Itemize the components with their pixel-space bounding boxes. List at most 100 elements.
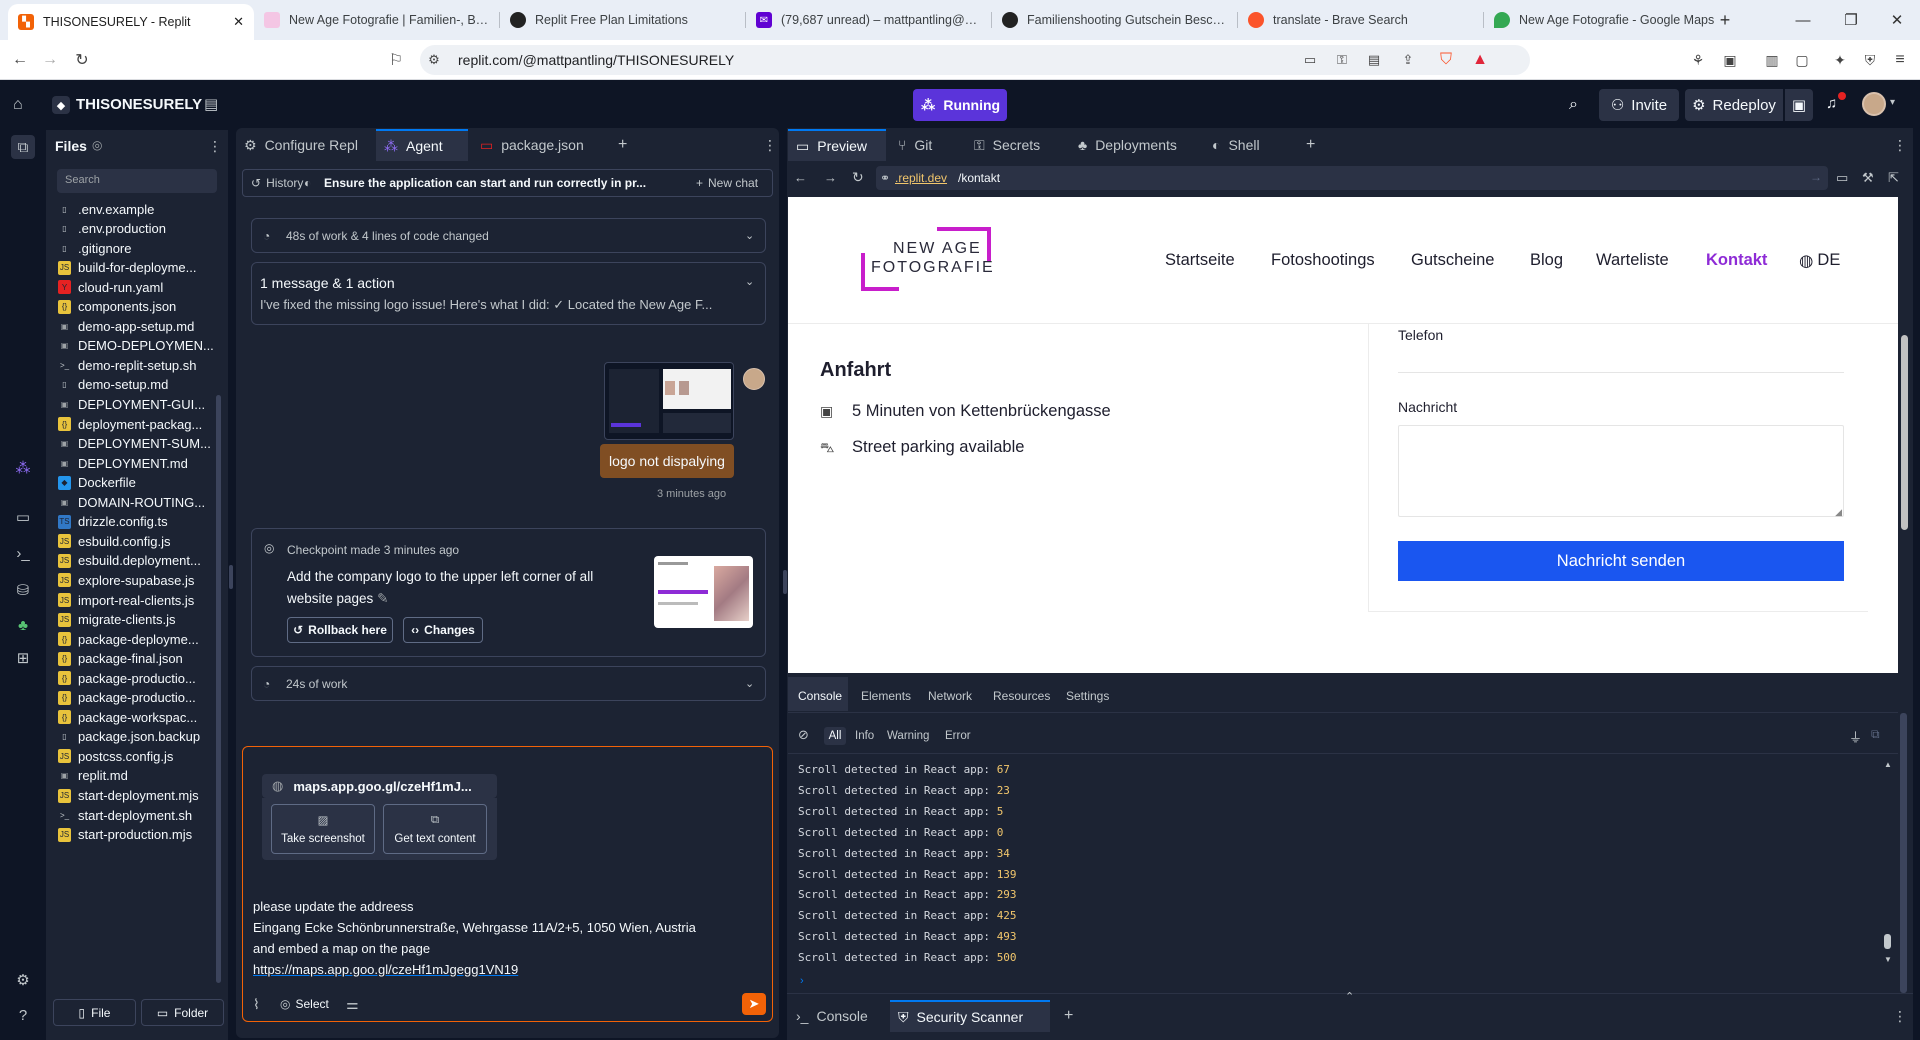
send-button[interactable]: ➤ [742, 993, 766, 1015]
filter-warning[interactable]: Warning [887, 730, 929, 742]
devtools-outer-scrollbar[interactable] [1900, 713, 1907, 993]
screenshot-icon[interactable]: ▣ [1720, 50, 1740, 70]
pane-resize-handle[interactable] [783, 570, 787, 594]
files-scrollbar[interactable] [216, 395, 221, 983]
files-search-input[interactable]: Search [57, 169, 217, 193]
share-icon[interactable]: ⇪ [1398, 50, 1418, 70]
browser-tab-newage[interactable]: New Age Fotografie | Familien-, Baby [254, 0, 500, 40]
collapse-up-icon[interactable]: ⌃ [1345, 990, 1354, 1003]
devtools-tab-network[interactable]: Network [928, 689, 972, 703]
chevron-down-icon[interactable]: ⌄ [745, 275, 754, 288]
chevron-down-icon[interactable]: ⌄ [745, 229, 754, 242]
new-folder-button[interactable]: ▭ Folder [141, 999, 224, 1026]
changes-button[interactable]: ‹› Changes [403, 617, 483, 643]
tab-configure-repl[interactable]: ⚙ Configure Repl [236, 129, 372, 161]
submit-button[interactable]: Nachricht senden [1398, 541, 1844, 581]
menu-icon[interactable]: ≡ [1890, 50, 1910, 70]
tab-secrets[interactable]: ⚿ Secrets [966, 129, 1068, 161]
devtools-tab-resources[interactable]: Resources [993, 689, 1050, 703]
preview-reload-icon[interactable]: ↻ [852, 169, 864, 186]
tab-package-json[interactable]: ▭ package.json [472, 129, 602, 161]
rollback-button[interactable]: ↺ Rollback here [287, 617, 393, 643]
brave-rewards-icon[interactable]: ▲ [1470, 50, 1490, 70]
filter-info[interactable]: Info [855, 730, 874, 742]
pane-more-icon[interactable]: ⋮ [1885, 129, 1915, 161]
bottom-tab-console[interactable]: ›_ Console [788, 1000, 886, 1032]
console-scrollbar[interactable] [1884, 934, 1891, 949]
nachricht-textarea[interactable]: ◢ [1398, 425, 1844, 517]
resize-handle-icon[interactable]: ◢ [1835, 507, 1842, 518]
take-screenshot-button[interactable]: ▨ Take screenshot [271, 804, 375, 854]
tab-deployments[interactable]: ♣ Deployments [1070, 129, 1204, 161]
agent-icon[interactable]: ⁂ [13, 458, 33, 478]
attached-screenshot[interactable] [604, 362, 734, 440]
preview-forward-icon[interactable]: → [824, 170, 837, 185]
browser-tab-translate[interactable]: translate - Brave Search [1238, 0, 1484, 40]
site-logo[interactable]: NEW AGE FOTOGRAFIE [859, 227, 1019, 299]
deployments-icon[interactable]: ♣ [13, 615, 33, 635]
browser-tab-replit[interactable]: ▚ THISONESURELY - Replit ✕ [8, 4, 254, 40]
attach-icon[interactable]: ⌇ [253, 996, 260, 1013]
key-icon[interactable]: ⚿ [1332, 50, 1352, 70]
browser-tab-maps[interactable]: New Age Fotografie - Google Maps [1484, 0, 1730, 40]
scroll-up-icon[interactable]: ▲ [1884, 760, 1892, 769]
wallet-icon[interactable]: ▢ [1792, 50, 1812, 70]
nav-startseite[interactable]: Startseite [1165, 251, 1235, 270]
clipboard-icon[interactable]: ▭ [1300, 50, 1320, 70]
filter-funnel-icon[interactable]: ⏚ [1849, 727, 1862, 746]
nav-gutscheine[interactable]: Gutscheine [1411, 251, 1494, 270]
sidebar-icon[interactable]: ▥ [1762, 50, 1782, 70]
agent-message-card[interactable] [251, 262, 766, 325]
agent-input-text[interactable]: please update the addreess Eingang Ecke … [253, 896, 763, 980]
pane-more-icon[interactable]: ⋮ [755, 129, 785, 161]
chat-title[interactable]: Ensure the application can start and run… [324, 176, 670, 190]
help-icon[interactable]: ? [13, 1005, 33, 1025]
edit-icon[interactable]: ✎ [377, 591, 388, 606]
brave-shield-icon[interactable]: ⛉ [1436, 50, 1456, 70]
scroll-down-icon[interactable]: ▼ [1884, 955, 1892, 964]
tab-preview[interactable]: ▭ Preview [788, 129, 886, 161]
settings-sliders-icon[interactable]: ⚌ [346, 996, 359, 1013]
checkpoint-thumbnail[interactable] [654, 556, 753, 628]
restore-icon[interactable]: ❐ [1828, 0, 1874, 40]
filter-error[interactable]: Error [945, 730, 971, 742]
browser-tab-replit-limits[interactable]: Replit Free Plan Limitations [500, 0, 746, 40]
bottom-tab-security-scanner[interactable]: ⛨ Security Scanner [890, 1000, 1050, 1032]
leo-ai-icon[interactable]: ✦ [1830, 50, 1850, 70]
database-icon[interactable]: ⛁ [13, 580, 33, 600]
avatar[interactable] [1862, 92, 1886, 116]
console-prompt-icon[interactable]: › [800, 975, 804, 987]
preview-back-icon[interactable]: ← [794, 170, 807, 185]
tab-shell[interactable]: ◐ Shell [1204, 129, 1290, 161]
get-text-button[interactable]: ⧉ Get text content [383, 804, 487, 854]
device-icon[interactable]: ▭ [1836, 170, 1848, 186]
run-status-button[interactable]: ⁂ Running [913, 89, 1007, 121]
devtools-tab-console[interactable]: Console [798, 689, 842, 703]
reload-icon[interactable]: ↻ [72, 50, 92, 70]
nav-kontakt[interactable]: Kontakt [1706, 251, 1767, 270]
new-tab-plus-icon[interactable]: + [1298, 129, 1323, 161]
new-file-button[interactable]: ▯ File [53, 999, 136, 1026]
new-tab-icon[interactable]: + [1705, 0, 1745, 40]
minimize-icon[interactable]: — [1780, 0, 1826, 40]
forward-icon[interactable]: → [40, 50, 60, 70]
new-chat-button[interactable]: + New chat [696, 176, 758, 190]
file-item[interactable]: JS start-production.mjs [58, 824, 218, 846]
files-resize-handle[interactable] [229, 565, 233, 589]
address-bar-text[interactable]: replit.com/@mattpantling/THISONESURELY [458, 52, 734, 68]
back-icon[interactable]: ← [10, 50, 30, 70]
close-tab-icon[interactable]: ✕ [233, 14, 244, 30]
new-tab-plus-icon[interactable]: + [1056, 1000, 1081, 1032]
telefon-input[interactable] [1398, 372, 1844, 373]
notifications-icon[interactable]: ♫ [1826, 95, 1837, 112]
all-tools-icon[interactable]: ⊞ [13, 648, 33, 668]
redeploy-button[interactable]: ⚙ Redeploy [1685, 89, 1783, 121]
preview-icon[interactable]: ▭ [13, 507, 33, 527]
pane-more-icon[interactable]: ⋮ [1885, 1000, 1915, 1032]
nav-fotoshootings[interactable]: Fotoshootings [1271, 251, 1375, 270]
clear-console-icon[interactable]: ⊘ [798, 727, 809, 743]
history-button[interactable]: ↺ History [251, 176, 303, 190]
shell-icon[interactable]: ›_ [13, 543, 33, 563]
devtools-tab-settings[interactable]: Settings [1066, 689, 1109, 703]
go-arrow-icon[interactable]: → [1810, 170, 1822, 184]
